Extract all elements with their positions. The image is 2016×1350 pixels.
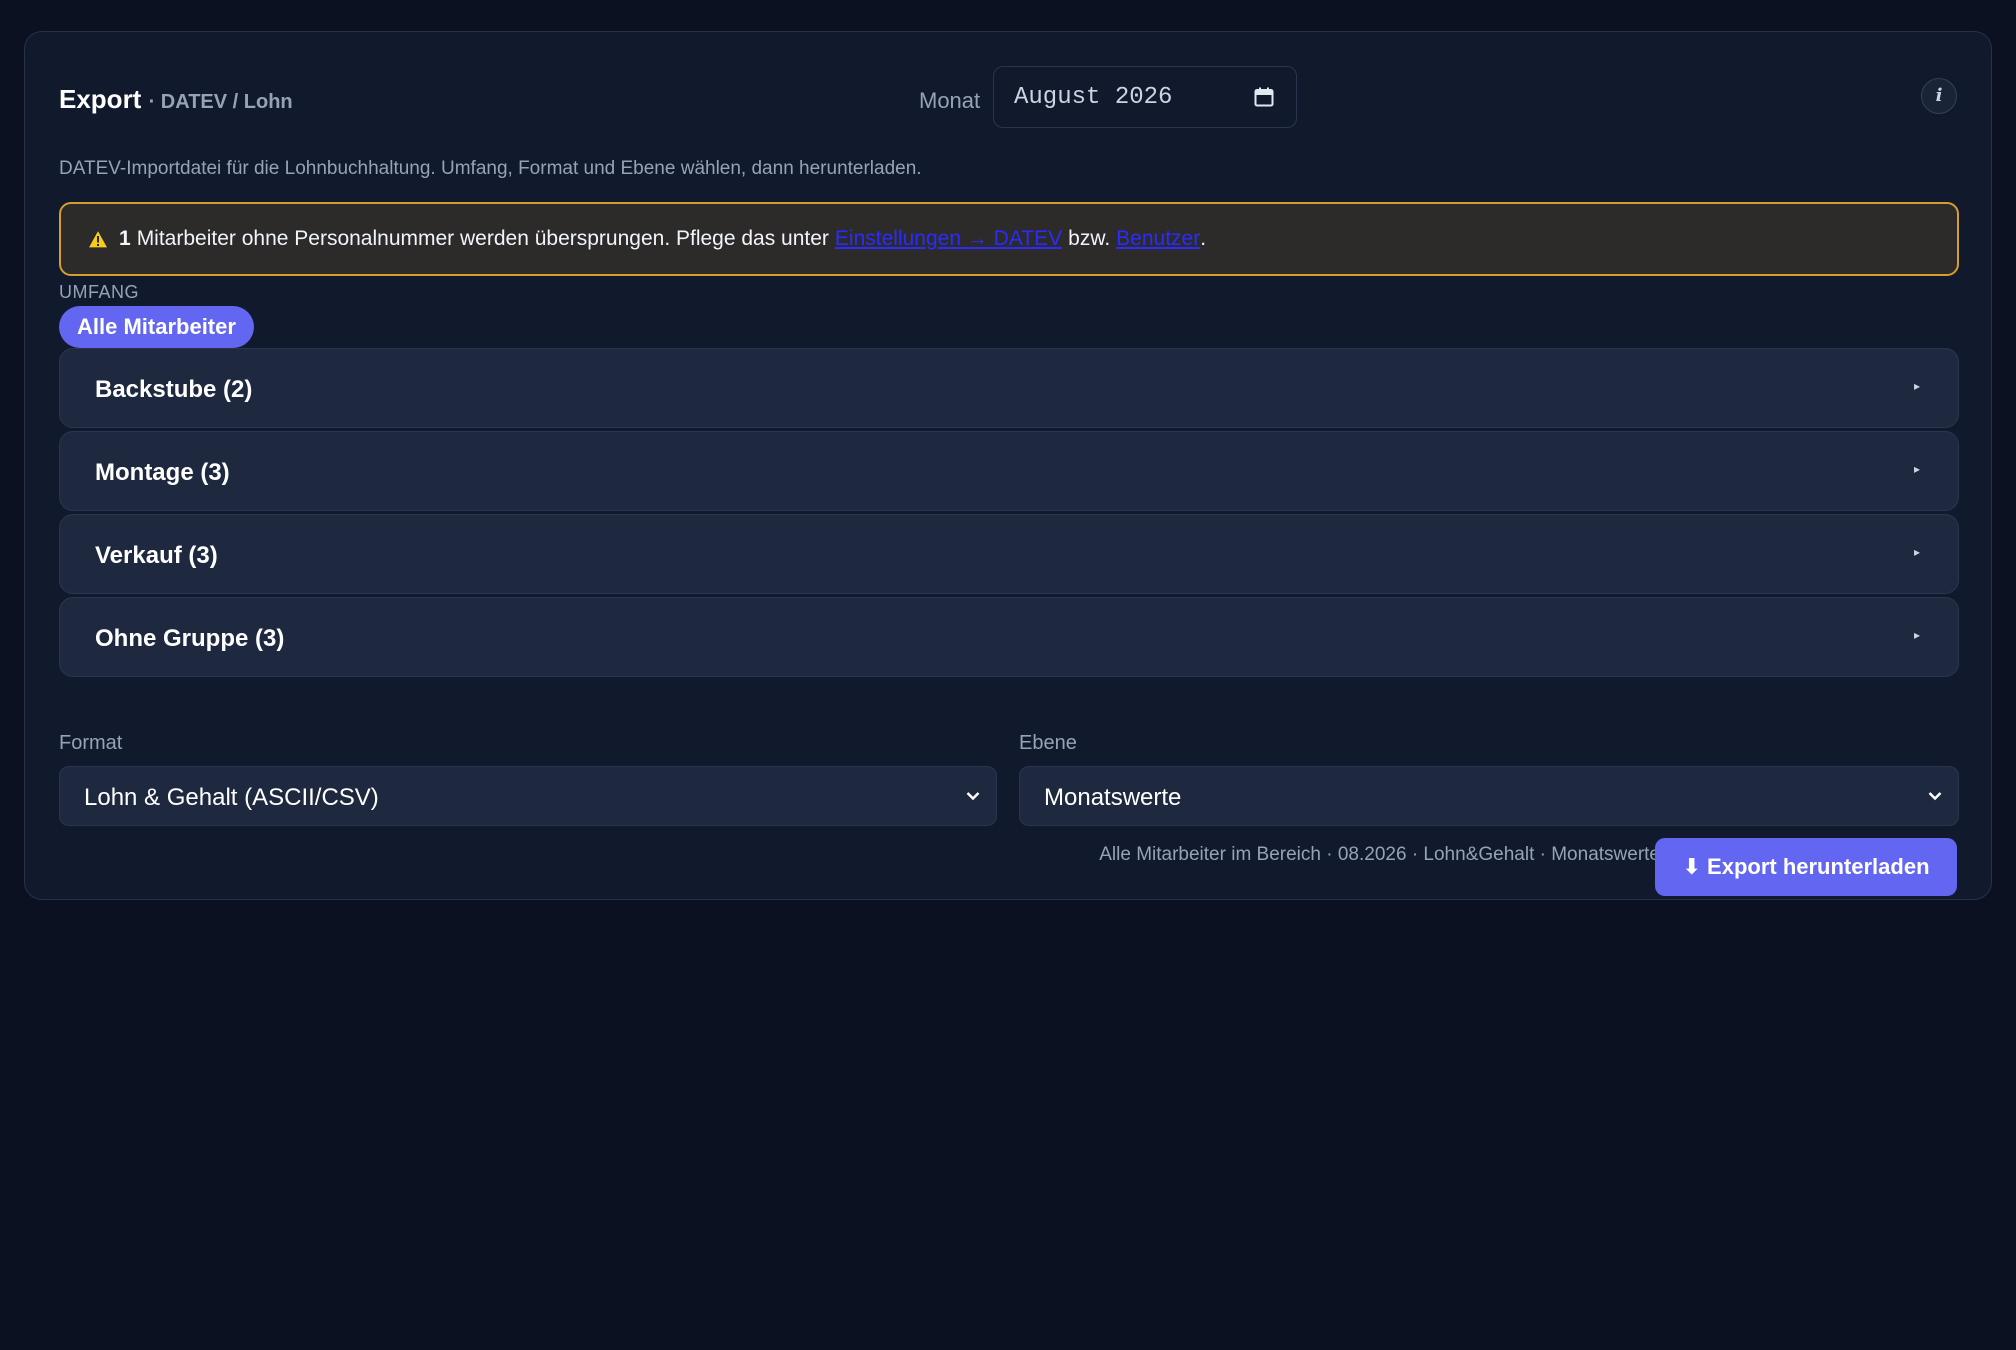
caret-right-icon: ▸ [1913,462,1920,476]
group-list: Backstube (2) ▸ Montage (3) ▸ Verkauf (3… [59,348,1959,680]
export-download-button[interactable]: ⬇ Export herunterladen [1655,838,1957,896]
group-verkauf[interactable]: Verkauf (3) ▸ [59,514,1959,594]
group-montage[interactable]: Montage (3) ▸ [59,431,1959,511]
format-select[interactable]: Lohn & Gehalt (ASCII/CSV) [59,766,997,826]
group-label: Montage (3) [95,459,230,486]
export-card: Export · DATEV / Lohn Monat August 2026 … [24,31,1992,900]
warning-icon [87,229,109,249]
caret-right-icon: ▸ [1913,379,1920,393]
warning-end: . [1200,227,1207,250]
users-link[interactable]: Benutzer [1116,227,1200,251]
format-value: Lohn & Gehalt (ASCII/CSV) [84,784,379,811]
group-backstube[interactable]: Backstube (2) ▸ [59,348,1959,428]
scope-label: UMFANG [59,282,140,302]
group-label: Verkauf (3) [95,542,218,569]
month-input[interactable]: August 2026 [993,66,1297,128]
level-label: Ebene [1019,732,1077,754]
calendar-icon[interactable] [1254,87,1274,107]
settings-datev-link[interactable]: Einstellungen → DATEV [835,227,1062,251]
group-ohne-gruppe[interactable]: Ohne Gruppe (3) ▸ [59,597,1959,677]
warning-banner: 1 Mitarbeiter ohne Personalnummer werden… [59,202,1959,276]
chevron-down-icon [1928,792,1942,801]
group-label: Ohne Gruppe (3) [95,625,285,652]
caret-right-icon: ▸ [1913,628,1920,642]
page-title: Export · DATEV / Lohn [59,84,293,115]
title-text: Export [59,84,142,114]
export-description: DATEV-Importdatei für die Lohnbuchhaltun… [59,158,922,179]
export-summary: Alle Mitarbeiter im Bereich · 08.2026 · … [1099,844,1660,865]
export-header: Export · DATEV / Lohn Monat August 2026 … [59,66,1957,128]
caret-right-icon: ▸ [1913,545,1920,559]
title-subtitle: · DATEV / Lohn [148,91,293,113]
level-value: Monatswerte [1044,784,1182,811]
month-value: August 2026 [1014,84,1173,111]
warning-text: Mitarbeiter ohne Personalnummer werden ü… [136,227,829,250]
warning-count: 1 [119,227,131,250]
month-label: Monat [919,88,981,113]
level-select[interactable]: Monatswerte [1019,766,1959,826]
format-label: Format [59,732,123,754]
chevron-down-icon [966,792,980,801]
all-employees-pill[interactable]: Alle Mitarbeiter [59,306,254,348]
group-label: Backstube (2) [95,376,253,403]
warning-mid: bzw. [1068,227,1111,250]
info-button[interactable]: i [1921,78,1957,114]
